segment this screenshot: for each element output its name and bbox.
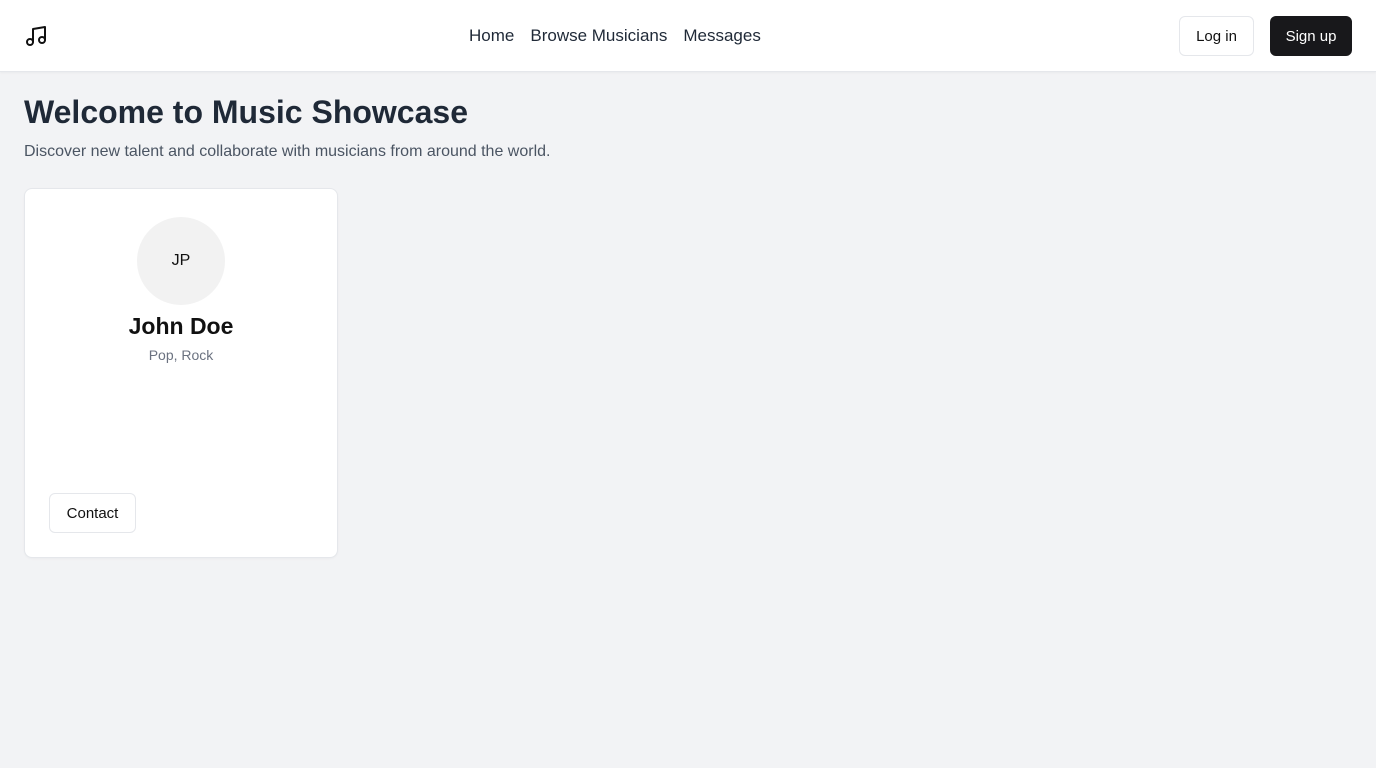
page-title: Welcome to Music Showcase — [24, 94, 468, 130]
main-nav: Home Browse Musicians Messages — [469, 0, 761, 72]
signup-button[interactable]: Sign up — [1270, 16, 1352, 56]
music-note-icon[interactable] — [24, 24, 48, 48]
nav-messages[interactable]: Messages — [683, 26, 760, 46]
nav-browse-musicians[interactable]: Browse Musicians — [530, 26, 667, 46]
page-subtitle: Discover new talent and collaborate with… — [24, 143, 551, 160]
avatar: JP — [137, 217, 225, 305]
top-navbar: Home Browse Musicians Messages Log in Si… — [0, 0, 1376, 72]
login-button[interactable]: Log in — [1179, 16, 1254, 56]
musician-card: JP John Doe Pop, Rock Contact — [24, 188, 338, 558]
musician-genres: Pop, Rock — [148, 347, 214, 363]
musician-name: John Doe — [128, 313, 234, 339]
contact-button[interactable]: Contact — [49, 493, 136, 533]
nav-home[interactable]: Home — [469, 26, 514, 46]
